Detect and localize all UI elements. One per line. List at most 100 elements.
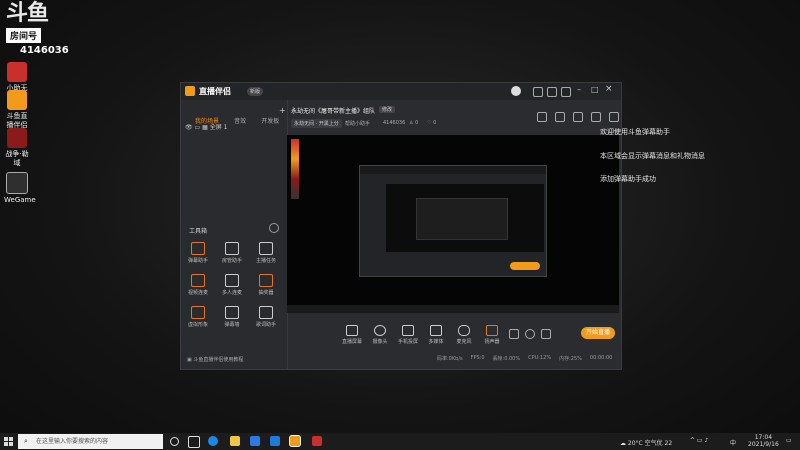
avatar[interactable]: [511, 86, 521, 96]
douyu-taskbar-icon[interactable]: [289, 435, 301, 447]
settings-icon[interactable]: [609, 112, 619, 122]
control-bar: 直播屏幕 摄像头 手机投屏 多媒体 麦克风 扬声器 开始直播 码率:0Kb/s …: [287, 315, 621, 369]
close-icon[interactable]: ×: [605, 84, 613, 94]
people-icon: [225, 274, 239, 287]
tool-lyrics[interactable]: 歌词助手: [251, 306, 281, 328]
screen-capture-button[interactable]: 直播屏幕: [341, 325, 363, 345]
desktop-icon-wegame[interactable]: WeGame: [4, 172, 36, 205]
video-icon: [191, 274, 205, 287]
gift-icon[interactable]: [555, 112, 565, 122]
preview-canvas[interactable]: [287, 135, 619, 313]
microphone-icon: [458, 325, 470, 336]
tool-tasks[interactable]: 主播任务: [251, 242, 281, 264]
app-icon[interactable]: [270, 436, 280, 446]
app-logo-icon: [185, 86, 195, 96]
game-icon: [7, 62, 27, 82]
media-button[interactable]: 多媒体: [425, 325, 447, 345]
store-icon[interactable]: [250, 436, 260, 446]
desktop-icon-game[interactable]: 战争·勒域: [4, 128, 30, 168]
camera-icon: [374, 325, 386, 336]
phone-cast-button[interactable]: 手机投屏: [397, 325, 419, 345]
input-language[interactable]: 中: [730, 438, 736, 447]
gift-icon: [259, 274, 273, 287]
maximize-icon[interactable]: □: [591, 85, 599, 94]
taskbar-search-input[interactable]: ⌕ 在这里输入你要搜索的内容: [18, 434, 163, 449]
file-explorer-icon[interactable]: [230, 436, 240, 446]
start-live-button[interactable]: 开始直播: [581, 327, 615, 339]
game-icon: [7, 128, 27, 148]
avatar-icon: [191, 306, 205, 319]
chat-line: 本区域会显示弹幕消息和礼物消息: [600, 152, 705, 160]
danmaku-icon: [191, 242, 205, 255]
toolbox-grid: 弹幕助手 房管助手 主播任务 视频连麦 多人连麦 抽奖器 虚拟形象 弹幕墙 歌词…: [183, 242, 285, 328]
edge-icon[interactable]: [208, 436, 218, 446]
app-brand: 直播伴侣: [199, 87, 231, 96]
minimize-icon[interactable]: –: [577, 85, 581, 94]
message-icon[interactable]: [533, 87, 543, 97]
wall-icon: [225, 306, 239, 319]
microphone-button[interactable]: 麦克风: [453, 325, 475, 345]
eye-icon[interactable]: [525, 329, 535, 339]
visible-icon: 👁 ▭ ▦: [185, 124, 208, 131]
windows-start-icon[interactable]: [4, 437, 13, 446]
bell-icon[interactable]: [591, 112, 601, 122]
camera-button[interactable]: 摄像头: [369, 325, 391, 345]
gear-icon[interactable]: [541, 329, 551, 339]
scene-item[interactable]: 👁 ▭ ▦ 全屏 1: [185, 122, 227, 131]
tool-lottery[interactable]: 抽奖器: [251, 274, 281, 296]
tab-board[interactable]: 开发板: [261, 118, 279, 125]
source-tools: 直播屏幕 摄像头 手机投屏 多媒体 麦克风 扬声器: [341, 325, 503, 345]
recursive-canvas: [386, 184, 544, 252]
sidebar: 我的场景 音效 开发板 + 👁 ▭ ▦ 全屏 1 工具箱 弹幕助手 房管助手 主…: [181, 100, 288, 369]
chat-line: 欢迎使用斗鱼弹幕助手: [600, 128, 670, 136]
menu-icon[interactable]: [561, 87, 571, 97]
tool-video-link[interactable]: 视频连麦: [183, 274, 213, 296]
shop-icon[interactable]: [573, 112, 583, 122]
notification-icon[interactable]: ▭: [786, 437, 792, 444]
tool-room-manager[interactable]: 房管助手: [217, 242, 247, 264]
task-icon: [259, 242, 273, 255]
recursive-desktop-icons: [291, 139, 299, 199]
douyu-logo-text: 斗鱼: [6, 0, 49, 26]
game-taskbar-icon[interactable]: [312, 436, 322, 446]
lyrics-icon: [259, 306, 273, 319]
share-icon[interactable]: [537, 112, 547, 122]
category[interactable]: 永劫无间 · 开黑上分: [291, 119, 342, 128]
status-bar: 码率:0Kb/s FPS:0 丢帧:0.00% CPU:12% 内存:25% 0…: [437, 355, 613, 362]
tool-danmaku-wall[interactable]: 弹幕墙: [217, 306, 247, 328]
screen-icon[interactable]: [547, 87, 557, 97]
tutorial-link[interactable]: ▣ 斗鱼直播伴侣使用教程: [187, 356, 243, 363]
system-tray-icons[interactable]: ^ ▭ ♪: [690, 437, 708, 444]
speaker-icon: [486, 325, 498, 336]
add-scene-icon[interactable]: +: [279, 106, 286, 115]
room-id-small: 4146036: [383, 120, 406, 126]
tool-multi-link[interactable]: 多人连麦: [217, 274, 247, 296]
douyu-app-icon: [7, 90, 27, 110]
clock[interactable]: 17:04 2021/9/16: [748, 434, 779, 448]
cortana-icon[interactable]: [170, 437, 179, 446]
cloud-icon: ☁: [620, 440, 628, 447]
stat-fans: ♡ 0: [427, 120, 437, 126]
stream-info-bar: 永劫无间《屠哥带新主播》组队 修改 永劫无间 · 开黑上分 帮助小助手 4146…: [287, 100, 621, 134]
record-icon[interactable]: [509, 329, 519, 339]
desktop-icon-douyu[interactable]: 斗鱼直播伴侣: [4, 90, 30, 130]
stream-title: 永劫无间《屠哥带新主播》组队: [291, 108, 376, 115]
room-id: 4146036: [20, 45, 69, 56]
version-badge[interactable]: 新版: [247, 87, 264, 96]
title-bar: 直播伴侣 新版 – □ ×: [181, 83, 621, 100]
recursive-taskbar: [287, 305, 619, 313]
edit-title-button[interactable]: 修改: [379, 106, 396, 113]
tab-sound[interactable]: 音效: [234, 118, 246, 125]
tool-danmaku[interactable]: 弹幕助手: [183, 242, 213, 264]
weather-widget[interactable]: ☁ 20°C 空气优 22: [620, 438, 672, 447]
user-icon: [225, 242, 239, 255]
search-icon: ⌕: [24, 437, 28, 445]
play-icon: [430, 325, 442, 336]
stat-viewers: ♙ 0: [409, 120, 419, 126]
speaker-button[interactable]: 扬声器: [481, 325, 503, 345]
task-view-icon[interactable]: [188, 436, 200, 448]
recursive-window: [359, 165, 547, 277]
room-label: 房间号: [6, 28, 42, 43]
more-tools-icon[interactable]: [269, 223, 279, 233]
tool-avatar[interactable]: 虚拟形象: [183, 306, 213, 328]
